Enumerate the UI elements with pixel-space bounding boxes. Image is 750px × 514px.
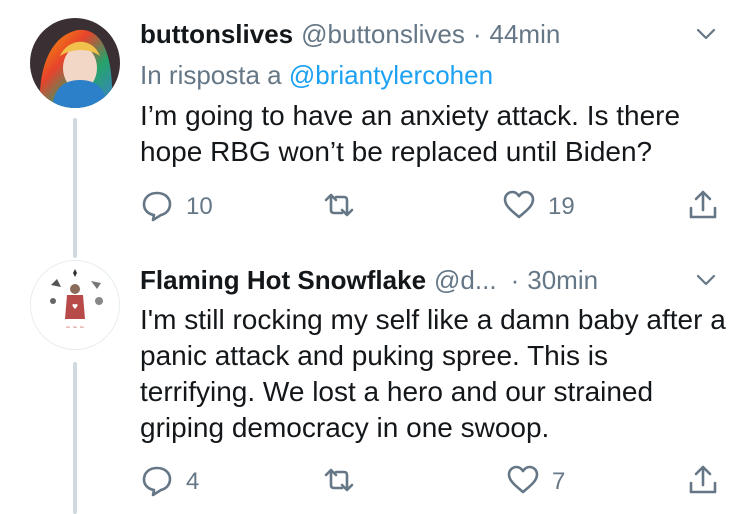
reply-mention-link[interactable]: @briantylercohen xyxy=(289,60,493,90)
share-button[interactable] xyxy=(686,189,720,225)
author-name[interactable]: buttonslives xyxy=(140,14,293,54)
chevron-down-icon[interactable] xyxy=(694,22,718,46)
like-button[interactable]: 7 xyxy=(506,464,565,500)
tweet-text: I'm still rocking my self like a damn ba… xyxy=(140,304,726,443)
tweet-header: Flaming Hot Snowflake @d... · 30min xyxy=(140,260,598,300)
retweet-button[interactable] xyxy=(322,189,368,225)
retweet-button[interactable] xyxy=(322,464,368,500)
separator-dot: · xyxy=(472,19,482,49)
action-bar: 10 19 xyxy=(140,189,730,225)
reply-count: 4 xyxy=(186,468,200,495)
share-icon xyxy=(686,463,720,502)
reply-button[interactable]: 10 xyxy=(140,189,213,225)
reply-icon xyxy=(140,188,174,227)
svg-text:♥: ♥ xyxy=(72,303,78,311)
share-button[interactable] xyxy=(686,464,720,500)
like-button[interactable]: 19 xyxy=(502,189,575,225)
like-count: 7 xyxy=(552,468,566,495)
retweet-icon xyxy=(322,463,356,502)
avatar[interactable]: ♥ ~ ~ ~ xyxy=(30,260,120,350)
tweet[interactable]: ♥ ~ ~ ~ Flaming Hot Snowflake @d... · 30… xyxy=(0,260,750,514)
action-bar: 4 7 xyxy=(140,464,730,500)
retweet-icon xyxy=(322,188,356,227)
reply-count: 10 xyxy=(186,193,213,220)
author-handle[interactable]: @d... xyxy=(434,260,497,300)
avatar[interactable] xyxy=(30,18,120,108)
author-handle[interactable]: @buttonslives xyxy=(301,14,465,54)
timestamp[interactable]: 30min xyxy=(527,260,598,300)
reply-prefix: In risposta a xyxy=(140,60,282,90)
chevron-down-icon[interactable] xyxy=(694,268,718,292)
author-name[interactable]: Flaming Hot Snowflake xyxy=(140,260,426,300)
share-icon xyxy=(686,188,720,227)
svg-text:~ ~ ~: ~ ~ ~ xyxy=(66,324,85,331)
timestamp[interactable]: 44min xyxy=(490,14,561,54)
tweet-text: I’m going to have an anxiety attack. Is … xyxy=(140,100,681,167)
reply-button[interactable]: 4 xyxy=(140,464,199,500)
reply-icon xyxy=(140,463,174,502)
like-count: 19 xyxy=(548,193,575,220)
tweet[interactable]: buttonslives @buttonslives · 44min In ri… xyxy=(0,14,750,234)
like-icon xyxy=(506,463,540,502)
tweet-header: buttonslives @buttonslives · 44min xyxy=(140,14,560,54)
like-icon xyxy=(502,188,536,227)
separator-dot: · xyxy=(510,265,520,295)
reply-context: In risposta a @briantylercohen xyxy=(140,57,493,93)
